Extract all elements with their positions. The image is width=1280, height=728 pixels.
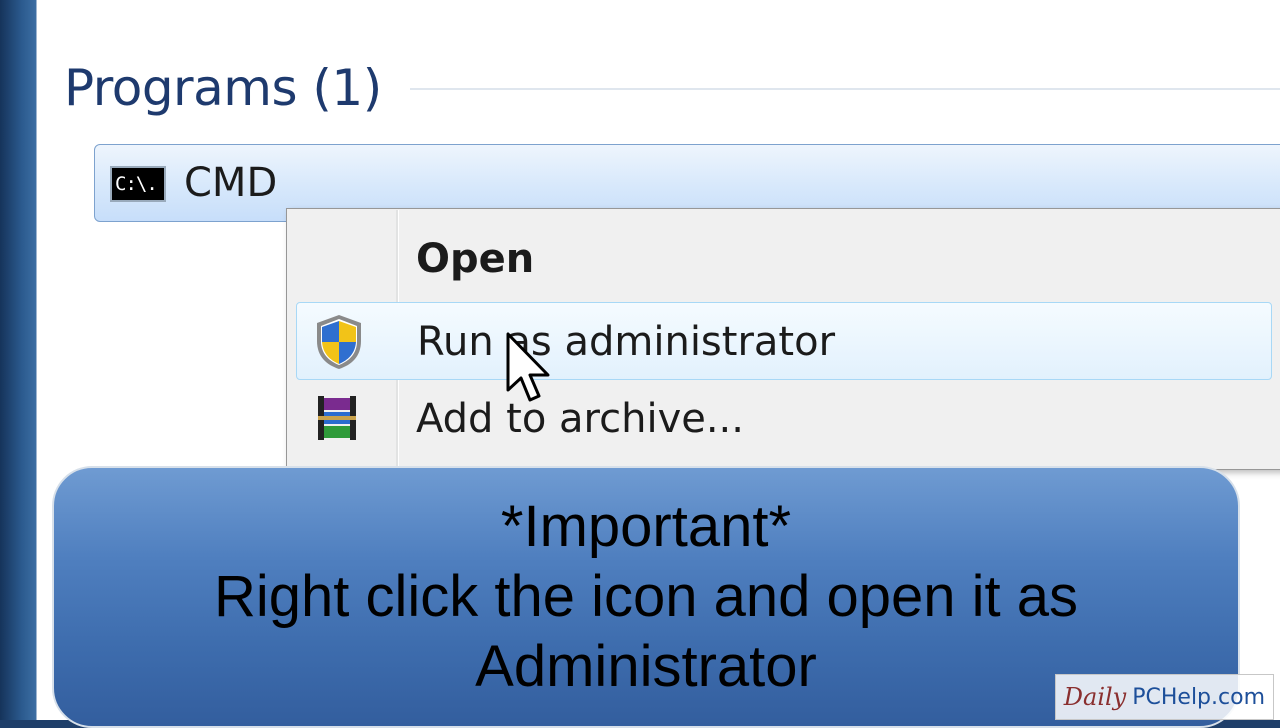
- banner-line-2: Right click the icon and open it as: [213, 564, 1079, 629]
- window-edge: [0, 0, 36, 720]
- menu-item-open[interactable]: Open: [296, 220, 1272, 298]
- group-header-label: Programs (1): [64, 59, 382, 117]
- site-watermark: Daily PCHelp.com: [1054, 674, 1274, 720]
- winrar-archive-icon: [318, 396, 356, 440]
- menu-item-label: Open: [416, 236, 535, 282]
- banner-line-1: *Important*: [500, 494, 792, 559]
- watermark-part-2: PCHelp.com: [1132, 684, 1265, 710]
- programs-group-header: Programs (1): [64, 56, 382, 120]
- instruction-banner-text: *Important* Right click the icon and ope…: [52, 492, 1240, 702]
- menu-item-label: Add to archive...: [416, 396, 744, 442]
- group-divider: [410, 88, 1280, 90]
- uac-shield-icon: [317, 315, 361, 369]
- menu-item-add-to-archive[interactable]: Add to archive...: [296, 380, 1272, 458]
- menu-item-label: Run as administrator: [417, 319, 836, 365]
- mouse-pointer-icon: [506, 332, 550, 402]
- command-prompt-icon[interactable]: C:\.: [110, 166, 166, 202]
- search-result-label[interactable]: CMD: [184, 156, 277, 210]
- watermark-part-1: Daily: [1063, 683, 1127, 711]
- menu-item-run-as-administrator[interactable]: Run as administrator: [296, 302, 1272, 380]
